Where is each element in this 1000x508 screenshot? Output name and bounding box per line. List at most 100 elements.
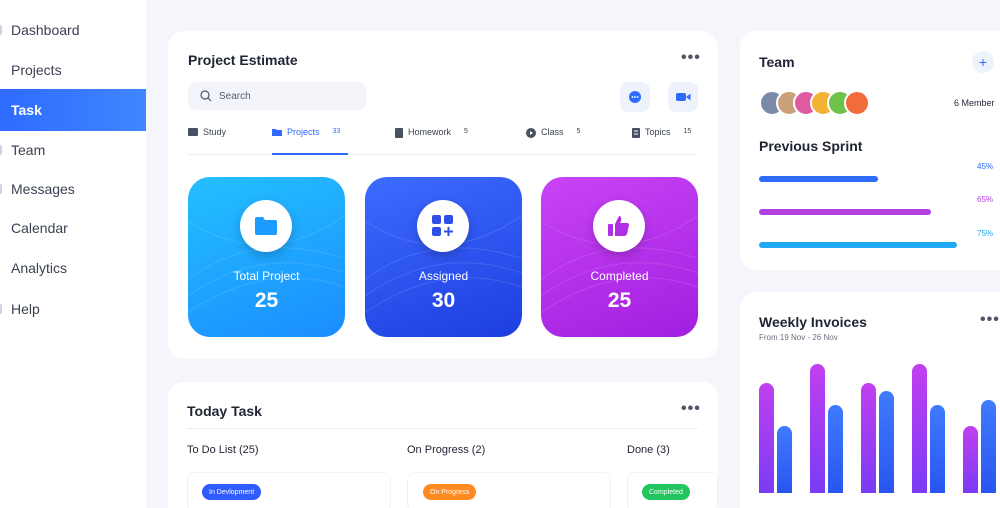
tab-homework[interactable]: Homework 5 <box>395 127 485 155</box>
column-header-progress: On Progress (2) <box>407 444 486 456</box>
tab-label: Class <box>541 127 564 137</box>
today-task-card: Today Task ••• To Do List (25) On Progre… <box>168 382 718 508</box>
sprint-percent: 45% <box>977 162 994 171</box>
tab-label: Projects <box>287 127 320 137</box>
apps-add-icon <box>432 215 453 236</box>
stat-tile-completed[interactable]: Completed 25 <box>541 177 698 337</box>
tab-label: Topics <box>645 127 671 137</box>
project-tabs: Study Projects 33 Homework 5 Class 5 Top… <box>188 127 698 155</box>
sidebar-item-calendar[interactable]: Calendar <box>0 207 146 249</box>
sidebar-item-label: Analytics <box>11 260 68 276</box>
tab-label: Homework <box>408 127 452 137</box>
weekly-invoices-title: Weekly Invoices <box>759 314 867 330</box>
invoice-bar <box>963 426 978 493</box>
tab-label: Study <box>203 127 227 137</box>
progress-fill <box>759 176 878 182</box>
invoice-bar <box>912 364 927 493</box>
sidebar-item-analytics[interactable]: Analytics <box>0 247 146 289</box>
team-title: Team <box>759 54 795 70</box>
sidebar-item-dashboard[interactable]: Dashboard <box>0 9 146 51</box>
stat-label: Total Project <box>233 269 300 283</box>
folder-icon <box>255 217 277 235</box>
thumbs-up-icon <box>608 216 629 236</box>
stat-value: 25 <box>607 289 632 312</box>
invoice-bar <box>759 383 774 493</box>
project-estimate-title: Project Estimate <box>188 52 298 68</box>
tab-count: 5 <box>576 128 581 135</box>
weekly-invoices-card: Weekly Invoices ••• From 19 Nov - 26 Nov <box>740 292 1000 508</box>
nav-marker <box>0 25 2 35</box>
nav-marker <box>0 304 2 314</box>
chat-icon <box>629 91 641 103</box>
stat-tile-assigned[interactable]: Assigned 30 <box>365 177 522 337</box>
more-options-icon[interactable]: ••• <box>980 311 1000 329</box>
today-task-title: Today Task <box>187 403 262 419</box>
invoice-bar <box>861 383 876 493</box>
search-input[interactable] <box>219 90 349 102</box>
project-estimate-card: Project Estimate ••• Study Projects 33 H… <box>168 31 718 359</box>
stat-label: Assigned <box>418 269 469 283</box>
stat-value: 30 <box>431 289 456 312</box>
invoice-bar <box>879 391 894 493</box>
add-member-button[interactable]: + <box>972 51 994 73</box>
status-badge-on-progress: On Progress <box>423 484 477 500</box>
sidebar-item-task[interactable]: Task <box>0 89 146 131</box>
stat-tile-total-project[interactable]: Total Project 25 <box>188 177 345 337</box>
search-icon <box>200 90 212 102</box>
nav-marker <box>0 145 2 155</box>
stat-icon-circle <box>240 200 292 252</box>
status-badge-completed: Completed <box>642 484 690 500</box>
play-icon <box>526 128 536 138</box>
invoice-bar <box>777 426 792 493</box>
team-card: Team + 6 Member Previous Sprint 45% 65% … <box>740 31 1000 270</box>
tab-topics[interactable]: Topics 15 <box>632 127 702 155</box>
invoice-bar <box>930 405 945 493</box>
stat-icon-circle <box>417 200 469 252</box>
plus-icon: + <box>978 54 988 70</box>
invoice-chart <box>740 352 1000 493</box>
stat-value: 25 <box>254 289 279 312</box>
sprint-progress-bar <box>759 176 999 182</box>
sidebar-item-label: Dashboard <box>11 22 80 38</box>
video-call-button[interactable] <box>668 82 698 112</box>
tab-class[interactable]: Class 5 <box>526 127 596 155</box>
sidebar: Dashboard Projects Task Team Messages Ca… <box>0 0 146 508</box>
sidebar-item-messages[interactable]: Messages <box>0 168 146 210</box>
more-options-icon[interactable]: ••• <box>681 400 701 418</box>
column-header-done: Done (3) <box>627 444 670 456</box>
sidebar-item-label: Task <box>11 102 42 118</box>
sprint-percent: 65% <box>977 195 994 204</box>
more-options-icon[interactable]: ••• <box>681 49 701 67</box>
sidebar-item-label: Team <box>11 142 46 158</box>
avatar[interactable] <box>844 90 870 116</box>
nav-marker <box>0 184 2 194</box>
stat-label: Completed <box>590 269 649 283</box>
sidebar-item-label: Messages <box>11 181 75 197</box>
sidebar-item-label: Calendar <box>11 220 68 236</box>
sidebar-item-team[interactable]: Team <box>0 129 146 171</box>
document-icon <box>395 128 403 138</box>
invoice-bar <box>828 405 843 493</box>
tab-count: 15 <box>683 128 692 135</box>
progress-fill <box>759 209 931 215</box>
sidebar-item-label: Help <box>11 301 40 317</box>
previous-sprint-title: Previous Sprint <box>759 138 863 154</box>
tab-study[interactable]: Study <box>188 127 248 155</box>
search-box[interactable] <box>188 82 366 110</box>
progress-fill <box>759 242 957 248</box>
video-icon <box>675 93 690 101</box>
sprint-percent: 75% <box>977 229 994 238</box>
invoices-date-range: From 19 Nov - 26 Nov <box>759 333 838 342</box>
sprint-progress-bar <box>759 209 999 215</box>
folder-icon <box>272 129 282 136</box>
list-icon <box>632 128 640 138</box>
tab-count: 33 <box>332 128 341 135</box>
column-header-todo: To Do List (25) <box>187 444 259 456</box>
status-badge-in-development: In Devlopment <box>202 484 262 500</box>
stat-icon-circle <box>593 200 645 252</box>
sidebar-item-help[interactable]: Help <box>0 288 146 330</box>
sidebar-item-projects[interactable]: Projects <box>0 49 146 91</box>
chat-button[interactable] <box>620 82 650 112</box>
tab-projects[interactable]: Projects 33 <box>272 127 348 155</box>
book-icon <box>188 128 198 136</box>
